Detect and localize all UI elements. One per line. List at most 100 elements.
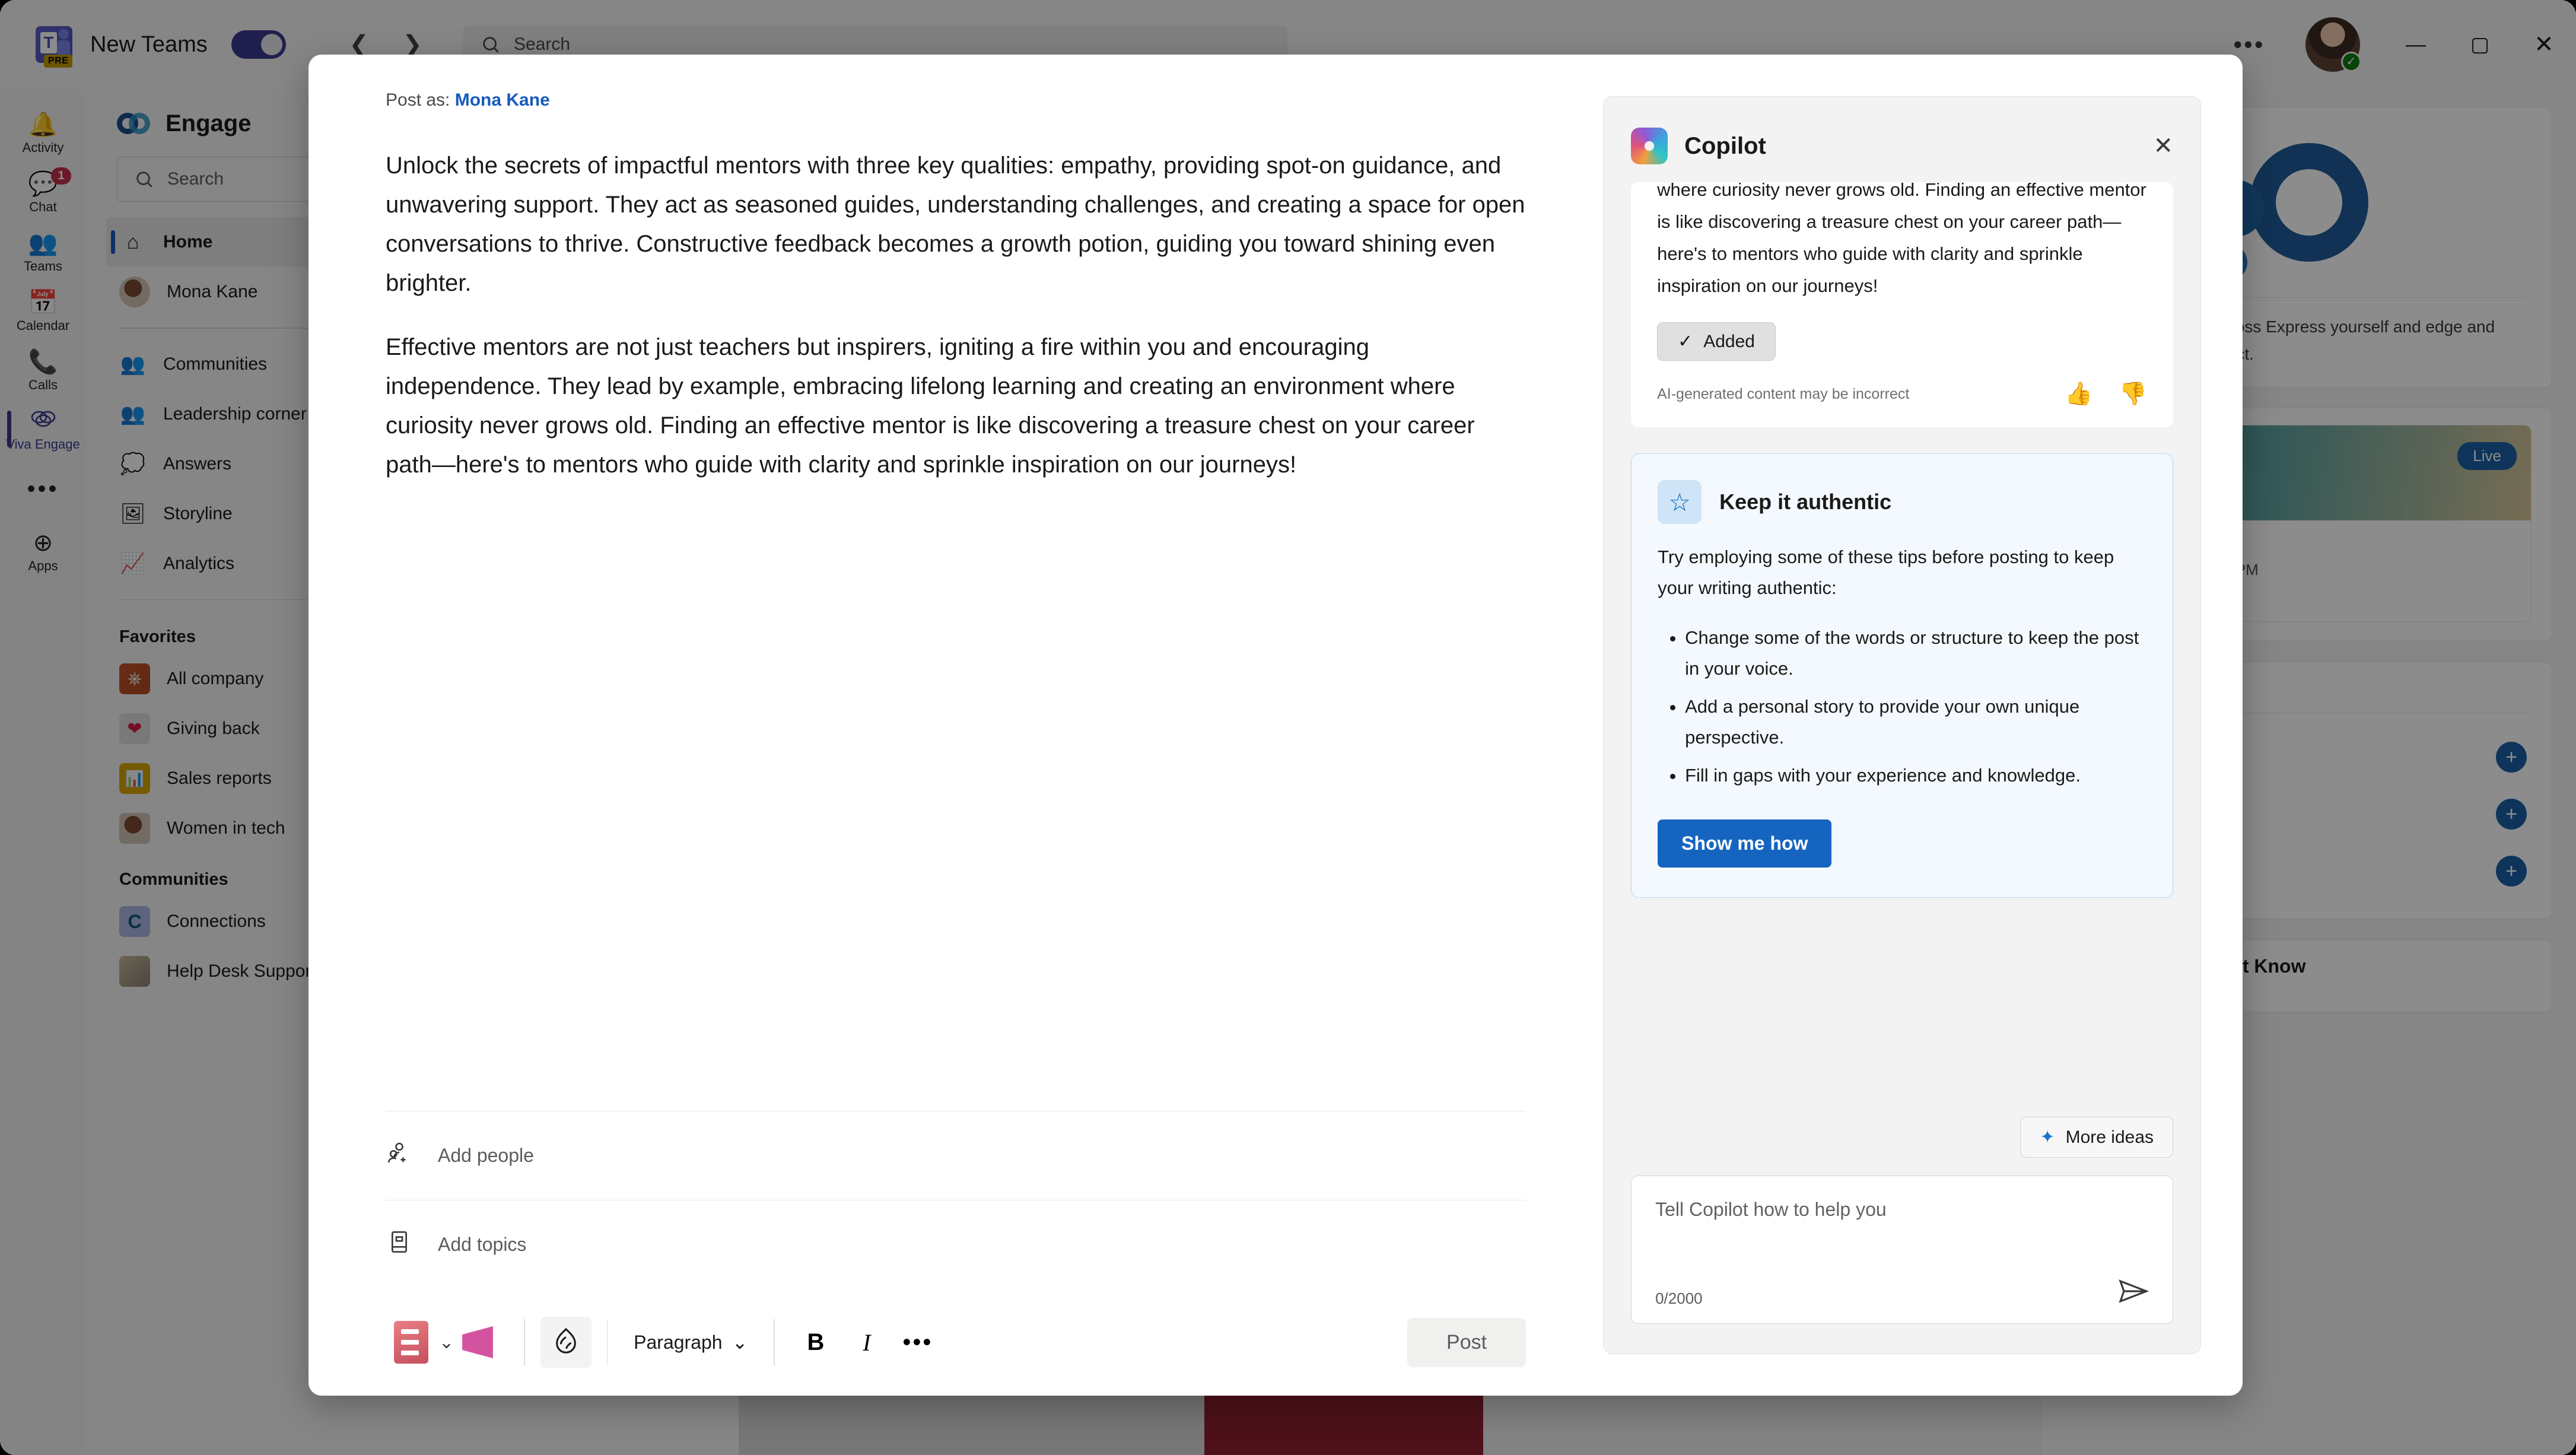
global-search-placeholder: Search	[514, 34, 571, 54]
rail-label-calls: Calls	[28, 377, 58, 392]
post-paragraph-2: Effective mentors are not just teachers …	[386, 334, 1475, 478]
tip-header: ☆ Keep it authentic	[1658, 480, 2146, 524]
sidebar-label-answers: Answers	[163, 453, 232, 474]
allcompany-thumb: ⎈	[119, 663, 150, 694]
copilot-response-footer: AI-generated content may be incorrect 👍 …	[1657, 381, 2147, 407]
list-item: Add a personal story to provide your own…	[1685, 691, 2146, 753]
helpdesk-thumb	[119, 956, 150, 987]
post-as-name[interactable]: Mona Kane	[455, 90, 550, 110]
add-people-label: Add people	[438, 1145, 534, 1166]
copilot-toggle-button[interactable]	[540, 1317, 591, 1368]
send-icon[interactable]	[2118, 1278, 2149, 1311]
connections-thumb: C	[119, 906, 150, 937]
active-indicator	[111, 230, 115, 254]
favorite-label-women: Women in tech	[167, 818, 285, 838]
campaign-add-button[interactable]: +	[2496, 742, 2527, 773]
rail-label-chat: Chat	[29, 199, 57, 214]
giving-thumb: ❤	[119, 713, 150, 744]
people-team-icon: 👥	[28, 230, 58, 256]
rail-item-teams[interactable]: 👥 Teams	[0, 221, 86, 280]
rail-item-chat[interactable]: 1 💬 Chat	[0, 161, 86, 221]
sidebar-label-mona: Mona Kane	[167, 282, 258, 301]
sparkle-icon: ✦	[2040, 1127, 2055, 1147]
rail-item-apps[interactable]: ⊕ Apps	[0, 520, 86, 580]
post-type-icon	[394, 1321, 428, 1364]
chat-unread-badge: 1	[51, 167, 71, 185]
post-paragraph-1: Unlock the secrets of impactful mentors …	[386, 153, 1525, 296]
add-topics-label: Add topics	[438, 1234, 527, 1255]
window-minimize-button[interactable]: —	[2384, 0, 2448, 89]
copilot-title: Copilot	[1684, 132, 1766, 159]
engage-search-placeholder: Search	[167, 169, 224, 189]
thumbs-up-icon[interactable]: 👍	[2065, 381, 2092, 407]
bell-icon: 🔔	[28, 112, 58, 138]
more-ideas-label: More ideas	[2065, 1127, 2154, 1147]
sales-thumb: 📊	[119, 763, 150, 794]
divider	[774, 1319, 775, 1365]
window-maximize-button[interactable]: ▢	[2448, 0, 2512, 89]
add-topics-row[interactable]: Add topics	[386, 1200, 1526, 1289]
new-teams-toggle[interactable]	[231, 30, 286, 59]
copilot-header: Copilot ✕	[1604, 97, 2200, 182]
copilot-tip-card: ☆ Keep it authentic Try employing some o…	[1631, 453, 2173, 898]
apps-plus-icon: ⊕	[33, 530, 53, 556]
home-icon: ⌂	[126, 230, 139, 253]
campaign-add-button[interactable]: +	[2496, 799, 2527, 830]
presence-available-icon: ✓	[2341, 52, 2361, 72]
copilot-prompt-input[interactable]: Tell Copilot how to help you 0/2000	[1631, 1176, 2173, 1324]
announcement-button[interactable]	[457, 1317, 508, 1368]
character-counter: 0/2000	[1655, 1289, 1703, 1307]
teams-logo-icon: T PRE	[36, 26, 73, 68]
window-close-button[interactable]: ✕	[2512, 0, 2576, 89]
copilot-conversation: where curiosity never grows old. Finding…	[1604, 182, 2200, 1097]
rail-item-activity[interactable]: 🔔 Activity	[0, 102, 86, 161]
sidebar-label-storyline: Storyline	[163, 503, 233, 523]
tip-title: Keep it authentic	[1719, 490, 1892, 514]
more-formatting-button[interactable]: •••	[892, 1317, 943, 1368]
rail-overflow-button[interactable]: •••	[27, 458, 59, 520]
tip-bullet-list: Change some of the words or structure to…	[1685, 622, 2146, 791]
paragraph-style-label: Paragraph	[634, 1331, 723, 1353]
post-body-editor[interactable]: Unlock the secrets of impactful mentors …	[309, 110, 1603, 1111]
paragraph-style-dropdown[interactable]: Paragraph ⌄	[623, 1331, 758, 1354]
viva-engage-logo-icon	[117, 107, 150, 140]
chevron-down-icon[interactable]: ⌄	[439, 1332, 454, 1353]
bold-button[interactable]: B	[790, 1317, 841, 1368]
rail-item-viva-engage[interactable]: Viva Engage	[0, 399, 86, 458]
favorite-label-sales: Sales reports	[167, 768, 272, 788]
viva-engage-icon	[0, 407, 86, 436]
post-composer: Post as: Mona Kane Unlock the secrets of…	[309, 55, 1603, 1396]
checkmark-icon: ✓	[1678, 332, 1693, 351]
campaign-add-button[interactable]: +	[2496, 856, 2527, 887]
composer-toolbar: ⌄ Paragraph ⌄ B I ••• Post	[386, 1289, 1526, 1396]
rail-item-calendar[interactable]: 📅 Calendar	[0, 280, 86, 339]
preview-badge: PRE	[44, 55, 73, 68]
post-as-row: Post as: Mona Kane	[309, 55, 1603, 110]
person-add-icon	[386, 1141, 413, 1171]
calendar-icon: 📅	[28, 290, 58, 316]
engage-ring-graphic	[2207, 143, 2368, 281]
app-name: New Teams	[90, 31, 208, 57]
leadership-icon: 👥	[120, 402, 146, 425]
divider	[524, 1319, 525, 1365]
italic-button[interactable]: I	[841, 1317, 892, 1368]
add-people-row[interactable]: Add people	[386, 1111, 1526, 1200]
more-ideas-button[interactable]: ✦ More ideas	[2020, 1117, 2173, 1158]
post-type-button[interactable]	[386, 1317, 437, 1368]
favorite-label-giving: Giving back	[167, 719, 260, 738]
rail-item-calls[interactable]: 📞 Calls	[0, 339, 86, 399]
thumbs-down-icon[interactable]: 👎	[2119, 381, 2147, 407]
rail-label-teams: Teams	[24, 259, 62, 274]
ai-disclaimer: AI-generated content may be incorrect	[1657, 385, 1910, 402]
sidebar-label-analytics: Analytics	[163, 553, 235, 573]
user-avatar-button[interactable]: ✓	[2305, 17, 2361, 72]
added-button[interactable]: ✓ Added	[1657, 322, 1776, 361]
title-bar-right: ••• ✓ — ▢ ✕	[2216, 0, 2576, 89]
post-button[interactable]: Post	[1407, 1317, 1526, 1367]
communities-icon: 👥	[120, 352, 146, 376]
list-item: Change some of the words or structure to…	[1685, 622, 2146, 684]
show-me-how-button[interactable]: Show me how	[1658, 819, 1832, 868]
sidebar-label-communities: Communities	[163, 354, 268, 374]
copilot-close-button[interactable]: ✕	[2153, 132, 2173, 160]
copilot-input-placeholder: Tell Copilot how to help you	[1655, 1199, 1887, 1220]
